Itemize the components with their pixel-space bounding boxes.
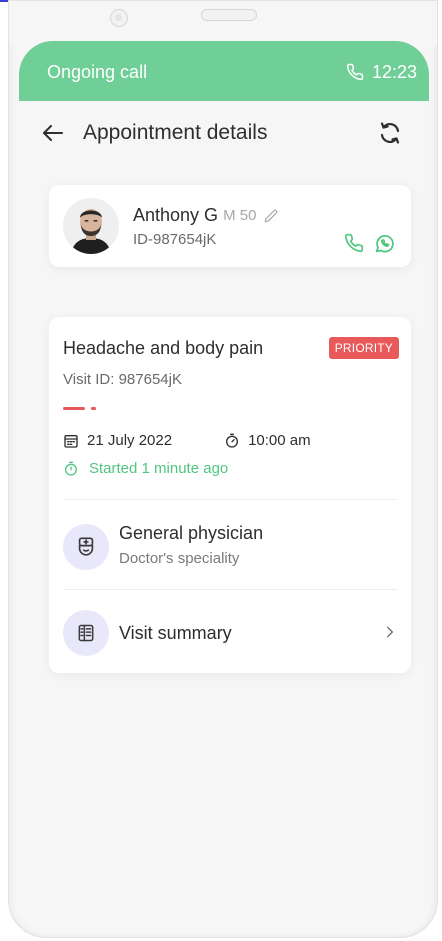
patient-id: ID-987654jK: [133, 231, 217, 248]
visit-id: Visit ID: 987654jK: [63, 371, 182, 388]
phone-top-bezel: [9, 1, 437, 45]
stopwatch-icon: [226, 433, 239, 448]
patient-card[interactable]: Anthony G M 50 ID-987654jK: [49, 185, 411, 267]
camera-icon: [110, 9, 128, 27]
specialty-title: General physician: [119, 523, 264, 543]
started-status: Started 1 minute ago: [63, 460, 228, 477]
page-title: Appointment details: [83, 121, 268, 144]
pencil-icon[interactable]: [264, 209, 278, 223]
appointment-date: 21 July 2022: [63, 432, 172, 449]
page-header: Appointment details: [41, 117, 403, 149]
divider: [63, 499, 397, 500]
started-text: Started 1 minute ago: [89, 460, 229, 477]
refresh-icon[interactable]: [377, 120, 403, 146]
divider: [63, 589, 397, 590]
patient-name-row: Anthony G M 50: [133, 205, 278, 226]
patient-name: Anthony G: [133, 205, 219, 225]
appointment-time: 10:00 am: [224, 432, 311, 449]
call-title: Ongoing call: [47, 61, 148, 82]
visit-summary-link[interactable]: Visit summary: [119, 623, 232, 644]
doctor-icon: [63, 524, 109, 570]
date-text: 21 July 2022: [87, 432, 173, 449]
call-timer: 12:23: [346, 62, 417, 83]
speaker-grille: [201, 9, 257, 21]
stopwatch-icon: [65, 461, 77, 476]
condition-title: Headache and body pain: [63, 337, 264, 358]
specialty-subtitle: Doctor's speciality: [119, 550, 240, 567]
document-icon: [63, 610, 109, 656]
phone-icon: [346, 63, 364, 81]
patient-gender-age: M 50: [223, 207, 257, 224]
calendar-icon: [64, 434, 78, 448]
call-time-text: 12:23: [371, 61, 417, 82]
chevron-right-icon[interactable]: [383, 625, 397, 639]
whatsapp-icon[interactable]: [374, 233, 395, 259]
patient-contact-actions: [344, 233, 395, 259]
appointment-card: Headache and body pain PRIORITY Visit ID…: [49, 317, 411, 673]
ongoing-call-bar[interactable]: Ongoing call 12:23: [19, 41, 429, 101]
condition-row: Headache and body pain PRIORITY: [63, 337, 399, 359]
phone-frame: Ongoing call 12:23 Appointment details A…: [8, 0, 438, 938]
appointment-datetime: 21 July 2022 10:00 am: [63, 432, 311, 449]
accent-dot: [91, 407, 96, 410]
accent-dash: [63, 407, 85, 410]
avatar: [63, 198, 119, 254]
priority-badge: PRIORITY: [328, 337, 399, 359]
time-text: 10:00 am: [248, 432, 311, 449]
arrow-left-icon[interactable]: [41, 120, 67, 146]
phone-icon[interactable]: [344, 233, 364, 259]
